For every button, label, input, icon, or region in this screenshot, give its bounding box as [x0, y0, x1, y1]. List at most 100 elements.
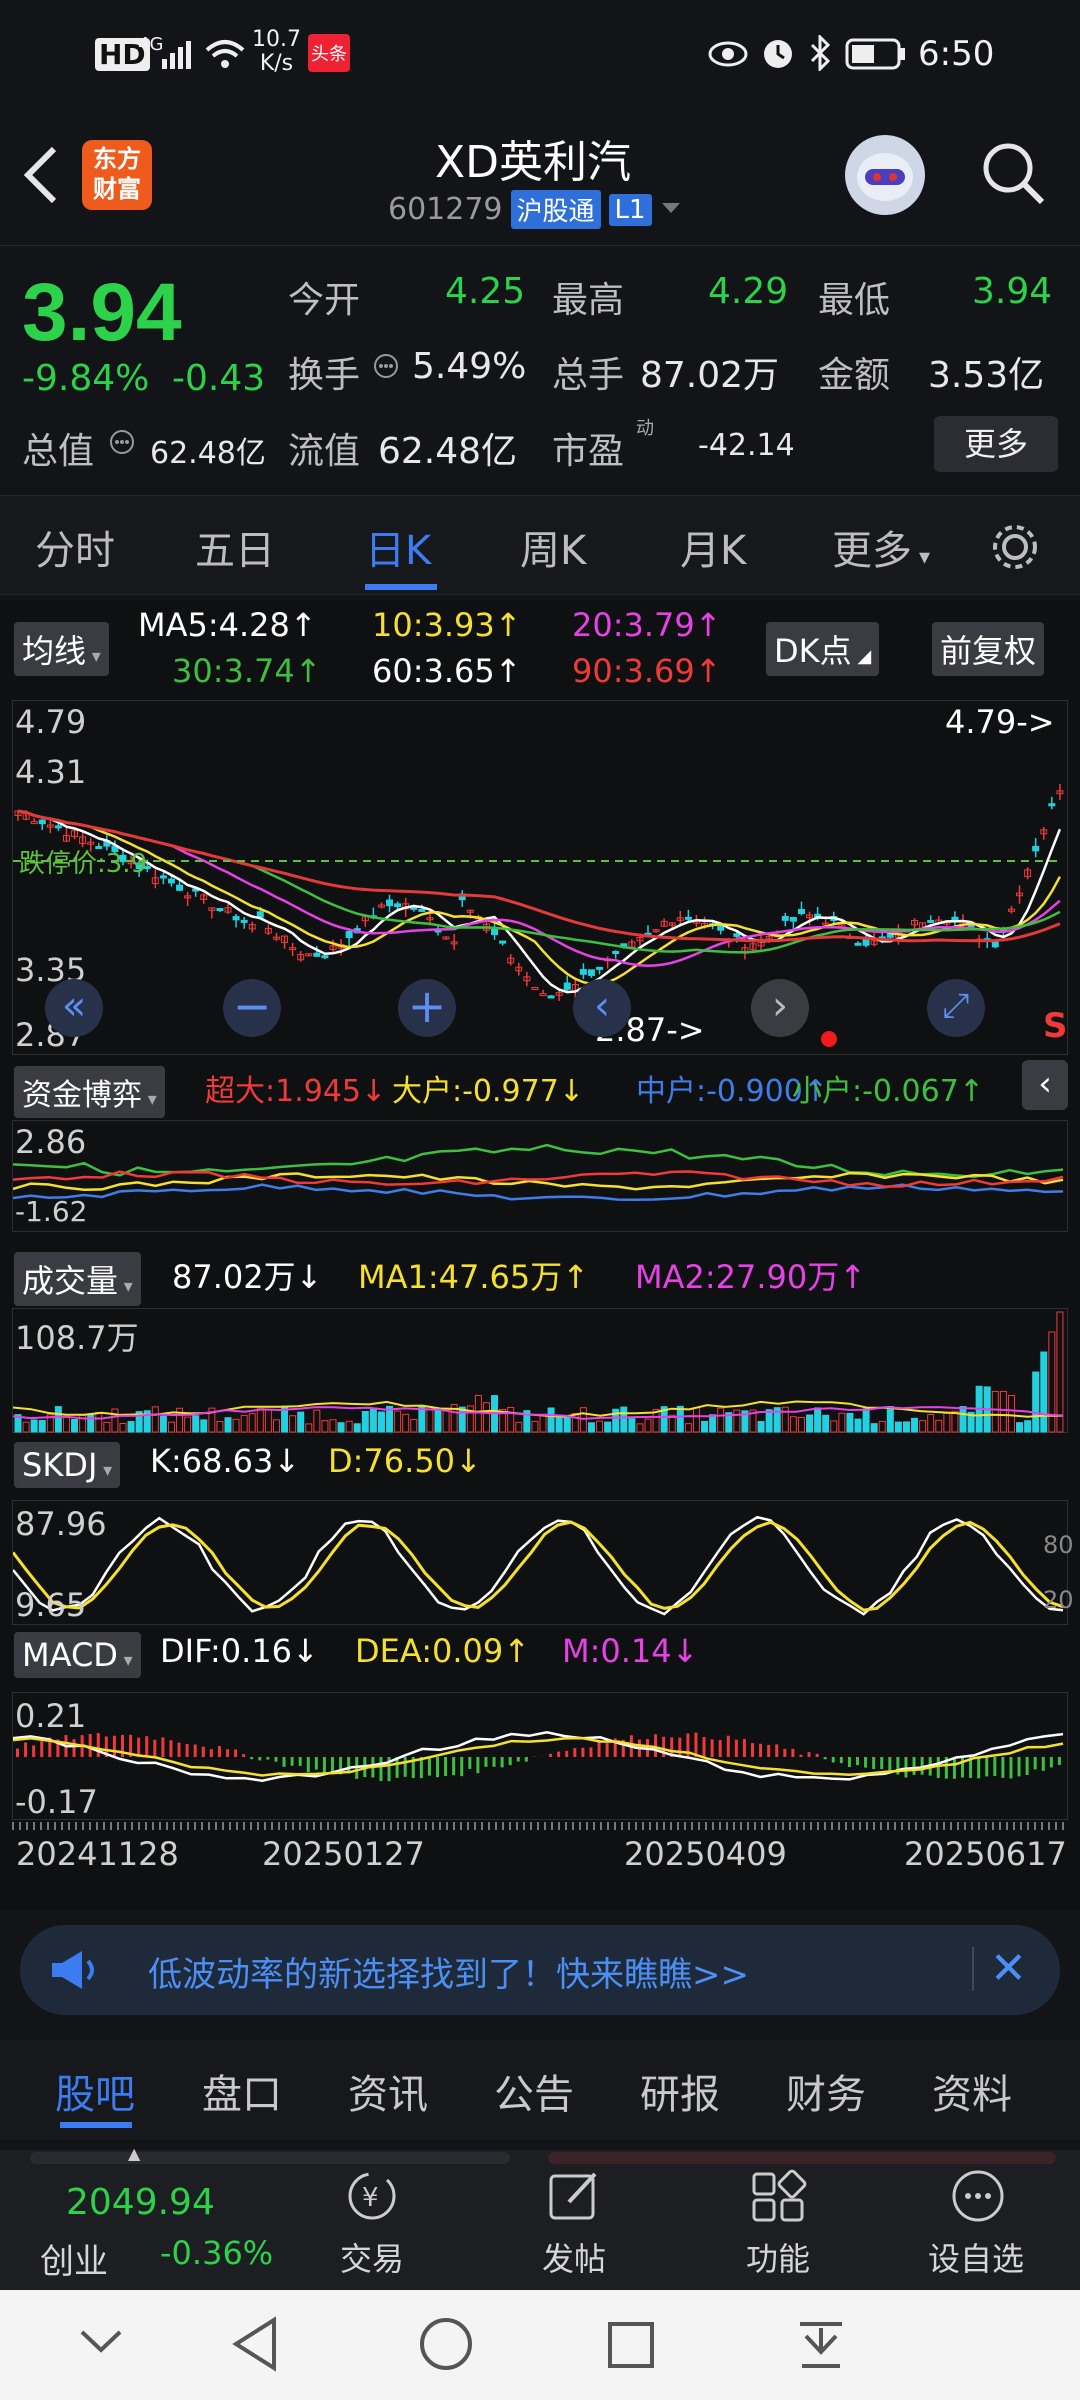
fund-indicator-button[interactable]: 资金博弈 ▾ — [14, 1066, 165, 1118]
tab-five-day[interactable]: 五日 — [195, 518, 275, 576]
volume-bar — [878, 1420, 886, 1433]
fund-y-top: 2.86 — [15, 1123, 87, 1161]
volume-indicator-button[interactable]: 成交量 ▾ — [14, 1252, 141, 1306]
nav-home-icon[interactable] — [418, 2316, 474, 2376]
stock-code-row[interactable]: 601279 沪股通 L1 — [388, 190, 682, 229]
macd-indicator-button[interactable]: MACD ▾ — [14, 1632, 141, 1678]
expand-arrow-icon[interactable]: ▲ — [128, 2144, 140, 2163]
volume-bar — [71, 1419, 79, 1433]
macd-bar — [807, 1752, 811, 1757]
scroll-right-button[interactable]: › — [751, 979, 809, 1037]
watchlist-label[interactable]: 设自选 — [928, 2234, 1024, 2280]
adjust-button[interactable]: 前复权 — [932, 622, 1045, 676]
tab-monthly-k[interactable]: 月K — [680, 518, 746, 576]
tab-weekly-k[interactable]: 周K — [520, 518, 586, 576]
tab-intraday[interactable]: 分时 — [35, 518, 115, 576]
volume-bar — [854, 1418, 862, 1433]
zoom-out-button[interactable]: − — [223, 979, 281, 1037]
function-label[interactable]: 功能 — [746, 2234, 810, 2280]
macd-panel[interactable]: 0.21 -0.17 — [12, 1692, 1068, 1821]
volume-bar — [313, 1409, 321, 1433]
skdj-panel[interactable]: 87.96 9.65 80 20 — [11, 1500, 1074, 1625]
skdj-d-line — [11, 1520, 1064, 1612]
post-label[interactable]: 发帖 — [542, 2234, 606, 2280]
volume-bar — [54, 1406, 62, 1433]
tab-research[interactable]: 研报 — [640, 2062, 720, 2120]
volume-bar — [289, 1415, 297, 1433]
tab-more[interactable]: 更多 ▾ — [832, 518, 930, 576]
macd-bar — [573, 1748, 577, 1757]
fund-panel[interactable]: 2.86 -1.62 — [12, 1120, 1068, 1232]
kline-panel[interactable]: 4.79 4.31 跌停价:3.9 3.35 2.87 4.79-> 2.87-… — [12, 700, 1068, 1055]
scroll-left-fast-button[interactable]: « — [45, 979, 103, 1037]
tab-news[interactable]: 资讯 — [348, 2062, 428, 2120]
volume-bar — [426, 1406, 434, 1433]
svg-text:¥: ¥ — [362, 2183, 379, 2213]
volume-bar — [1040, 1351, 1048, 1433]
promo-banner[interactable]: 低波动率的新选择找到了！快来瞧瞧>> ✕ — [20, 1925, 1060, 2015]
fund-super-label: 超大:1.945↓ — [205, 1074, 387, 1109]
clock-time: 6:50 — [918, 34, 995, 74]
info-icon[interactable] — [372, 352, 400, 384]
volume-bar — [919, 1420, 927, 1433]
volume-bar — [1056, 1311, 1064, 1433]
volume-bar — [620, 1406, 628, 1433]
content-tabs: 股吧 盘口 资讯 公告 研报 财务 资料 — [0, 2040, 1080, 2140]
ma-selector-button[interactable]: 均线 ▾ — [14, 622, 109, 676]
macd-y-top: 0.21 — [15, 1697, 87, 1735]
volume-bar — [345, 1420, 353, 1433]
macd-bar — [145, 1736, 149, 1757]
candle-body — [539, 993, 547, 997]
settings-gear-icon[interactable] — [988, 520, 1042, 578]
ma10-line — [17, 809, 1061, 986]
more-info-button[interactable]: 更多 — [934, 416, 1058, 472]
dk-point-button[interactable]: DK点 ◢ — [766, 622, 880, 676]
volume-ma2-label: MA2:27.90万↑ — [635, 1258, 867, 1296]
bottom-toolbar: ▲ 2049.94 创业 -0.36% ¥ 交易 发帖 功能 设自选 — [0, 2144, 1080, 2290]
macd-bar — [565, 1750, 569, 1757]
tab-profile[interactable]: 资料 — [932, 2062, 1012, 2120]
tab-announcements[interactable]: 公告 — [494, 2062, 574, 2120]
info-icon[interactable] — [108, 428, 136, 460]
volume-bar — [474, 1394, 482, 1433]
macd-bar — [258, 1757, 262, 1761]
robot-assistant-icon[interactable] — [845, 135, 925, 215]
change-amount: -0.43 — [172, 358, 266, 399]
skdj-ref-80: 80 — [1043, 1531, 1074, 1559]
index-value[interactable]: 2049.94 — [66, 2182, 215, 2223]
tab-finance[interactable]: 财务 — [786, 2062, 866, 2120]
nav-collapse-icon[interactable] — [78, 2326, 124, 2360]
nav-back-icon[interactable] — [230, 2316, 280, 2376]
macd-bar — [226, 1749, 229, 1757]
search-icon[interactable] — [978, 138, 1048, 212]
post-icon[interactable] — [545, 2168, 605, 2228]
collapse-panel-button[interactable]: ‹ — [1022, 1060, 1068, 1110]
watchlist-icon[interactable] — [948, 2168, 1008, 2228]
nav-download-icon[interactable] — [796, 2318, 846, 2378]
volume-bar — [95, 1411, 103, 1433]
fullscreen-icon[interactable]: ⤢ — [927, 979, 985, 1037]
float-label: 流值 — [288, 431, 361, 472]
scroll-left-button[interactable]: ‹ — [573, 979, 631, 1037]
macd-bar — [799, 1754, 803, 1757]
volume-bar — [369, 1407, 377, 1433]
trade-label[interactable]: 交易 — [340, 2234, 404, 2280]
net-speed: 10.7 K/s — [252, 27, 301, 76]
nav-recents-icon[interactable] — [606, 2320, 656, 2374]
tab-daily-k[interactable]: 日K — [365, 518, 431, 576]
tab-forum[interactable]: 股吧 — [55, 2062, 135, 2120]
macd-bar — [1033, 1757, 1037, 1770]
macd-bar — [314, 1757, 318, 1770]
zoom-in-button[interactable]: + — [398, 979, 456, 1037]
back-button[interactable] — [20, 145, 60, 209]
skdj-k-line — [12, 1515, 1064, 1616]
trade-icon[interactable]: ¥ — [340, 2168, 404, 2228]
skdj-indicator-button[interactable]: SKDJ ▾ — [14, 1442, 121, 1488]
function-grid-icon[interactable] — [750, 2168, 808, 2228]
close-icon[interactable]: ✕ — [990, 1943, 1027, 1994]
volume-panel[interactable]: 108.7万 — [12, 1308, 1068, 1433]
volume-bar — [1016, 1422, 1024, 1433]
tab-orderbook[interactable]: 盘口 — [202, 2062, 282, 2120]
candle-body — [256, 911, 264, 918]
macd-bar — [589, 1747, 593, 1757]
